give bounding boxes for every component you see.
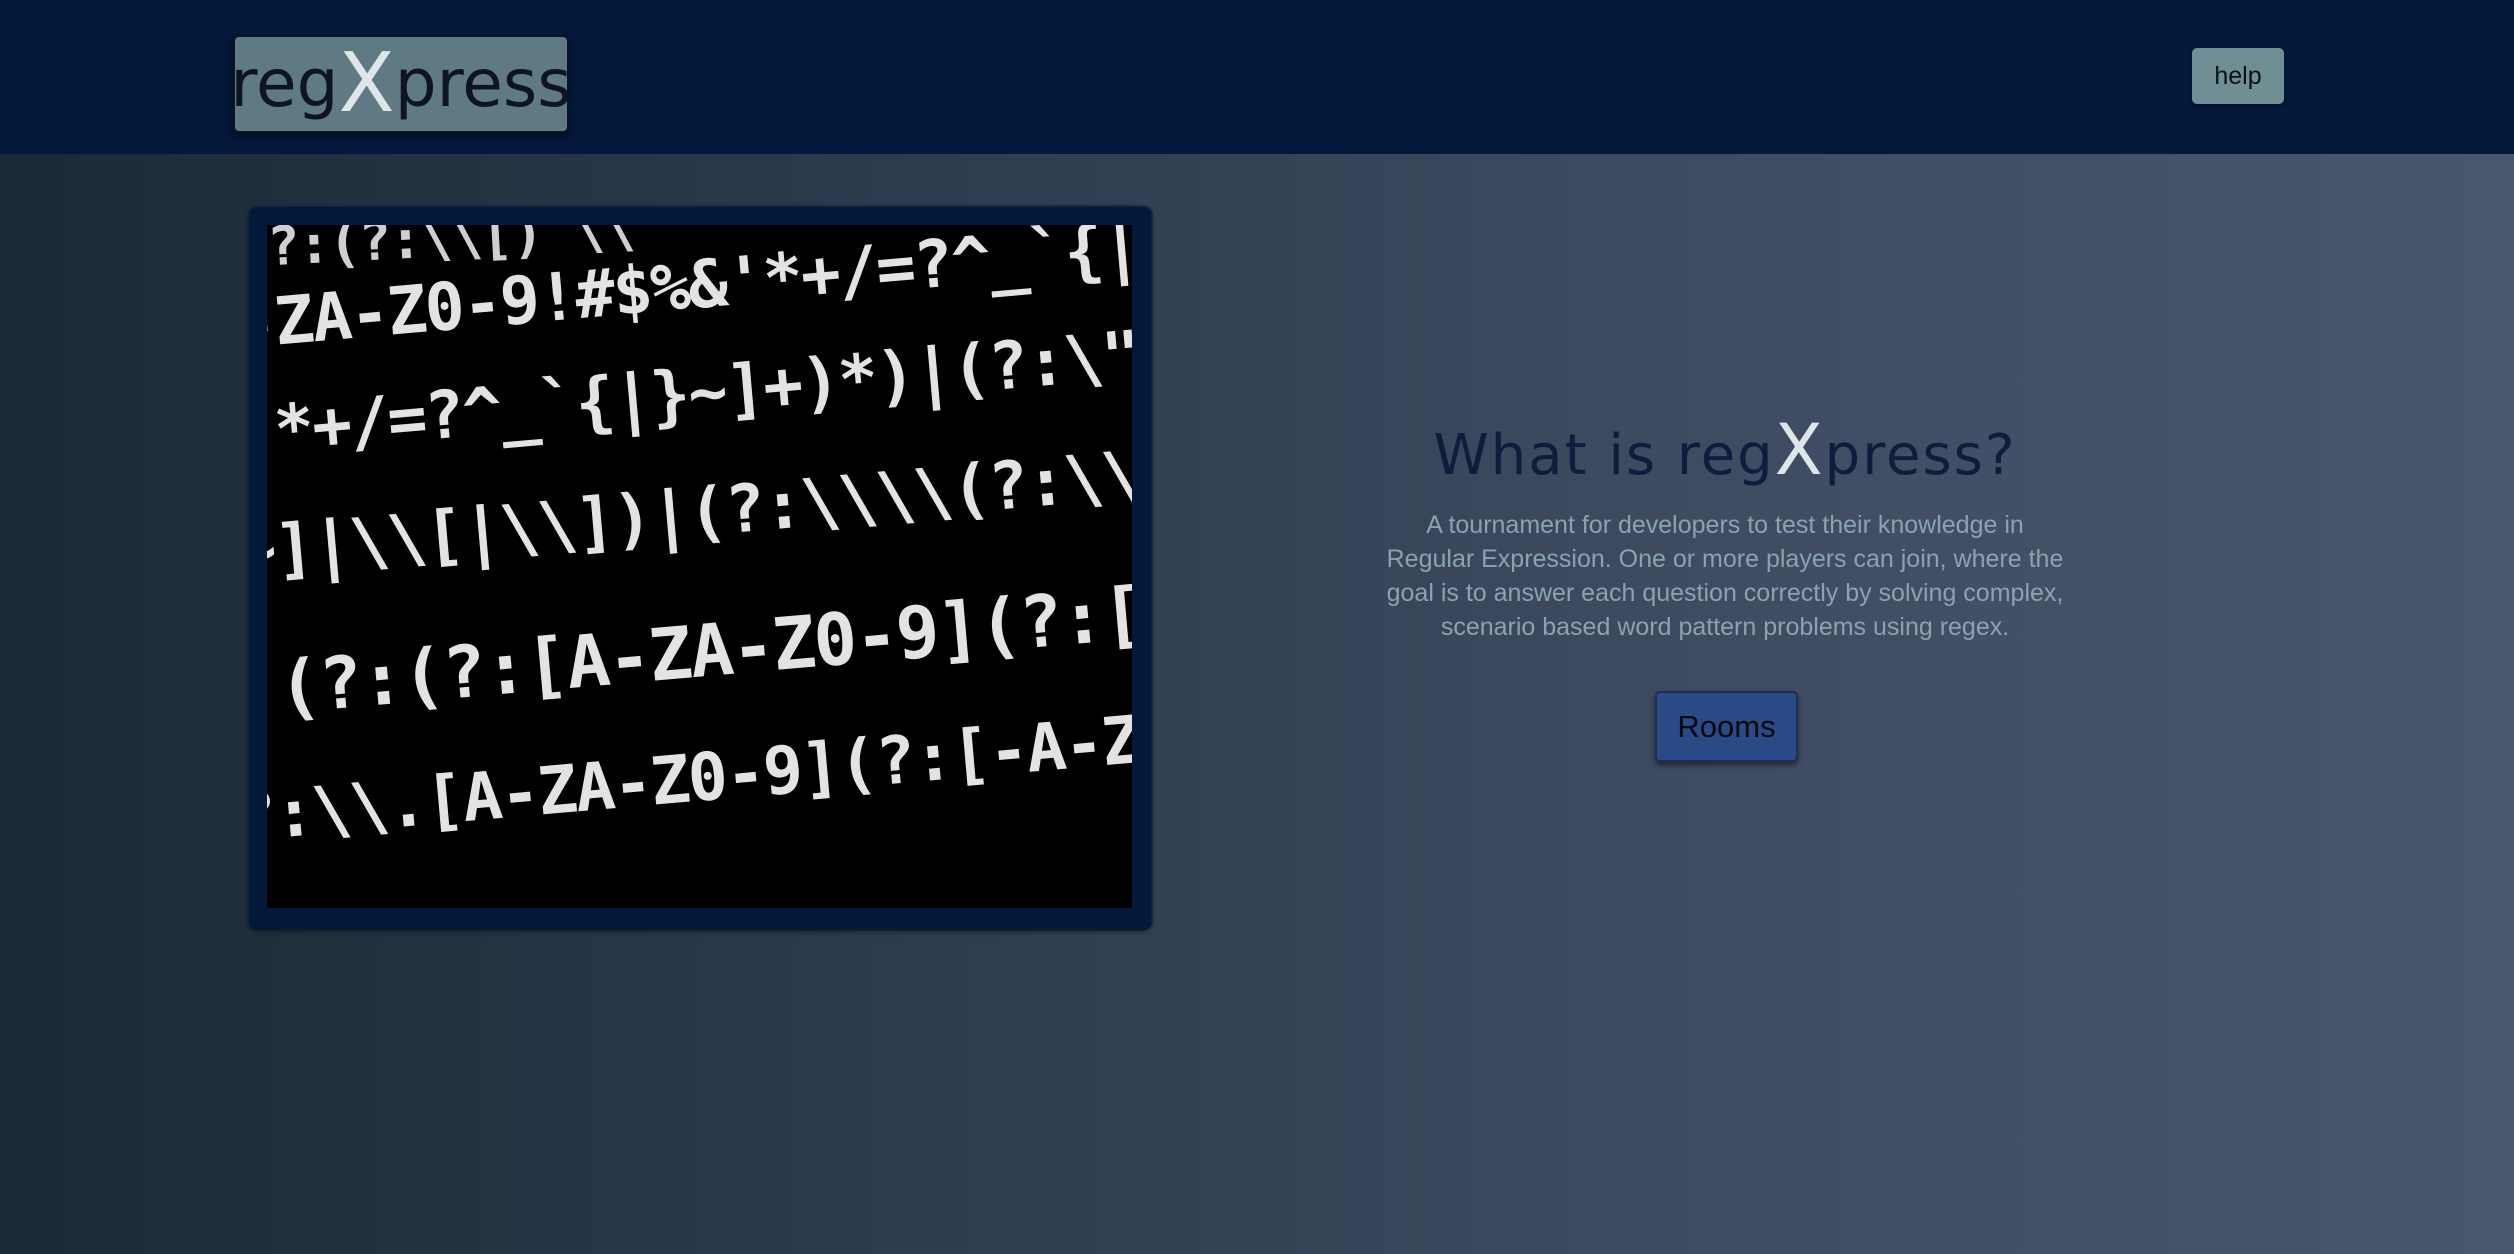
hero-image-frame: (?:(?:\\[) \\ -ZA-Z0-9!#$%&'*+/=?^_`{|}~… — [249, 207, 1151, 929]
logo-home-button[interactable]: reg Xpress — [230, 35, 572, 133]
about-title-suffix: press? — [1824, 423, 2017, 488]
about-title-prefix: What is reg — [1433, 423, 1775, 488]
about-section: What is regXpress? A tournament for deve… — [1380, 410, 2070, 644]
top-navbar: reg Xpress help — [0, 0, 2514, 154]
about-title-x: X — [1774, 409, 1825, 491]
about-description: A tournament for developers to test thei… — [1386, 511, 2064, 641]
help-button[interactable]: help — [2192, 48, 2284, 104]
regex-hero-image: (?:(?:\\[) \\ -ZA-Z0-9!#$%&'*+/=?^_`{|}~… — [267, 225, 1132, 908]
logo-prefix: reg — [230, 45, 339, 122]
about-title: What is regXpress? — [1380, 410, 2070, 496]
rooms-button[interactable]: Rooms — [1655, 691, 1798, 762]
logo-suffix: press — [394, 45, 572, 122]
logo-x: X — [338, 36, 395, 131]
